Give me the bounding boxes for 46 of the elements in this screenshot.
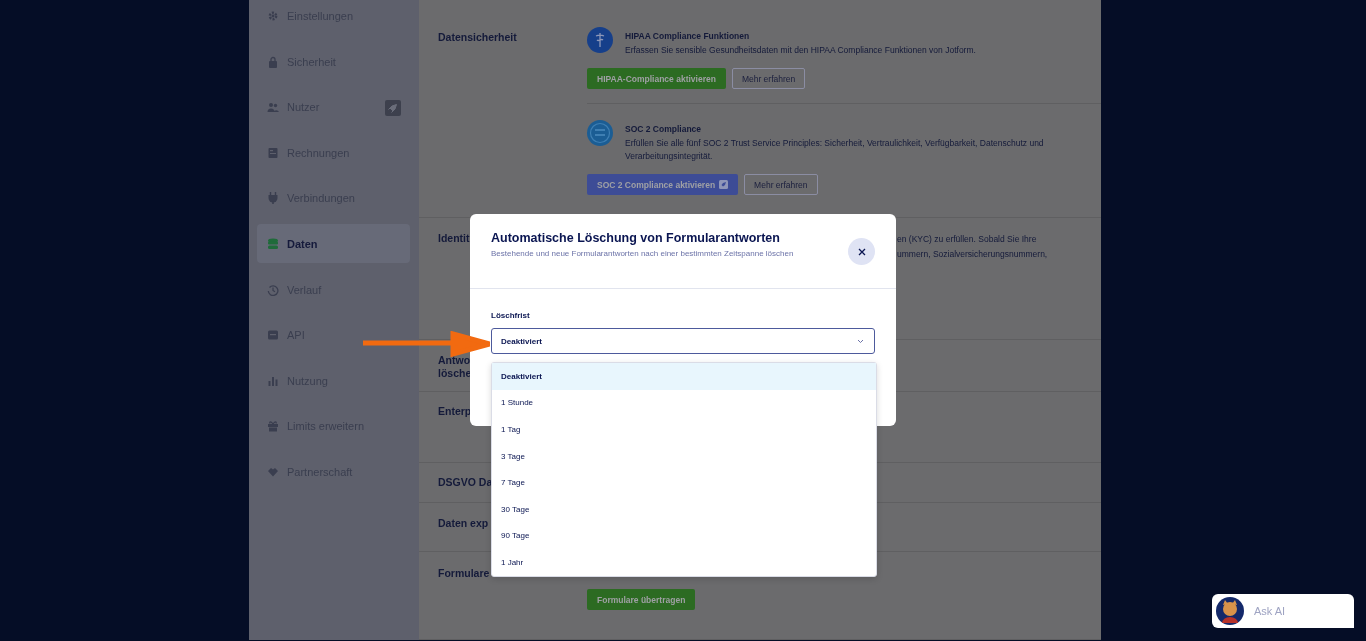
- bar-chart-icon: [267, 374, 279, 387]
- feature-description: Erfüllen Sie alle fünf SOC 2 Trust Service Principles: Sicherheit, Vertraulichkeit, Verfügbarkeit, Datenschutz und Verarbeitungsintegrität.: [625, 137, 1045, 163]
- close-button[interactable]: [848, 238, 875, 265]
- gift-icon: [267, 420, 279, 433]
- document-icon: [267, 146, 279, 159]
- avatar-icon: [1216, 597, 1244, 625]
- rocket-icon: [719, 180, 729, 189]
- section-label: Enterp: [438, 405, 472, 419]
- section-label: Formulare: [438, 567, 490, 581]
- lock-icon: [267, 55, 279, 68]
- modal-subtitle: Bestehende und neue Formularantworten nach einer bestimmten Zeitspanne löschen: [491, 248, 794, 260]
- field-label: Löschfrist: [491, 311, 531, 320]
- clock-icon: [267, 283, 279, 296]
- users-icon: [267, 101, 279, 114]
- dropdown-option[interactable]: Deaktiviert: [492, 363, 876, 390]
- medical-badge-icon: [587, 27, 613, 53]
- learn-more-button[interactable]: Mehr erfahren: [731, 68, 806, 89]
- section-label: Antwo lösche: [438, 354, 472, 381]
- section-description: en (KYC) zu erfüllen. Sobald Sie Ihre: [897, 233, 1038, 246]
- modal-title: Automatische Löschung von Formularantworten: [491, 231, 781, 245]
- activate-button[interactable]: HIPAA-Compliance aktivieren: [587, 68, 726, 89]
- close-icon: [857, 247, 866, 256]
- dropdown-option[interactable]: 1 Stunde: [492, 389, 876, 417]
- certification-badge-icon: [587, 120, 613, 146]
- dropdown-option[interactable]: 1 Tag: [492, 416, 876, 443]
- activate-button[interactable]: SOC 2 Compliance aktivieren: [587, 174, 739, 195]
- dropdown-option[interactable]: 90 Tage: [492, 522, 876, 550]
- section-label: Identit: [438, 232, 470, 246]
- feature-title: SOC 2 Compliance: [625, 124, 703, 134]
- chevron-down-icon: [857, 338, 864, 344]
- dropdown-option[interactable]: 1 Jahr: [492, 549, 876, 576]
- section-label: Daten exp: [438, 517, 489, 531]
- plug-icon: [267, 192, 279, 205]
- feature-description: Erfassen Sie sensible Gesundheitsdaten mit den HIPAA Compliance Funktionen von Jotform.: [625, 44, 976, 57]
- feature-title: HIPAA Compliance Funktionen: [625, 31, 751, 41]
- dropdown-option[interactable]: 7 Tage: [492, 469, 876, 496]
- select-field[interactable]: Deaktiviert: [491, 328, 875, 354]
- learn-more-button[interactable]: Mehr erfahren: [744, 174, 818, 195]
- sidebar-item[interactable]: Daten: [257, 224, 410, 264]
- transfer-forms-button[interactable]: Formulare übertragen: [587, 589, 696, 610]
- dropdown-option[interactable]: 30 Tage: [492, 495, 876, 523]
- database-icon: [267, 237, 279, 250]
- dropdown-option[interactable]: 3 Tage: [492, 442, 876, 470]
- section-label: Datensicherheit: [438, 31, 517, 45]
- ask-ai-button[interactable]: Ask AI: [1212, 594, 1354, 628]
- section-description: ummern, Sozialversicherungsnummern,: [897, 248, 1049, 261]
